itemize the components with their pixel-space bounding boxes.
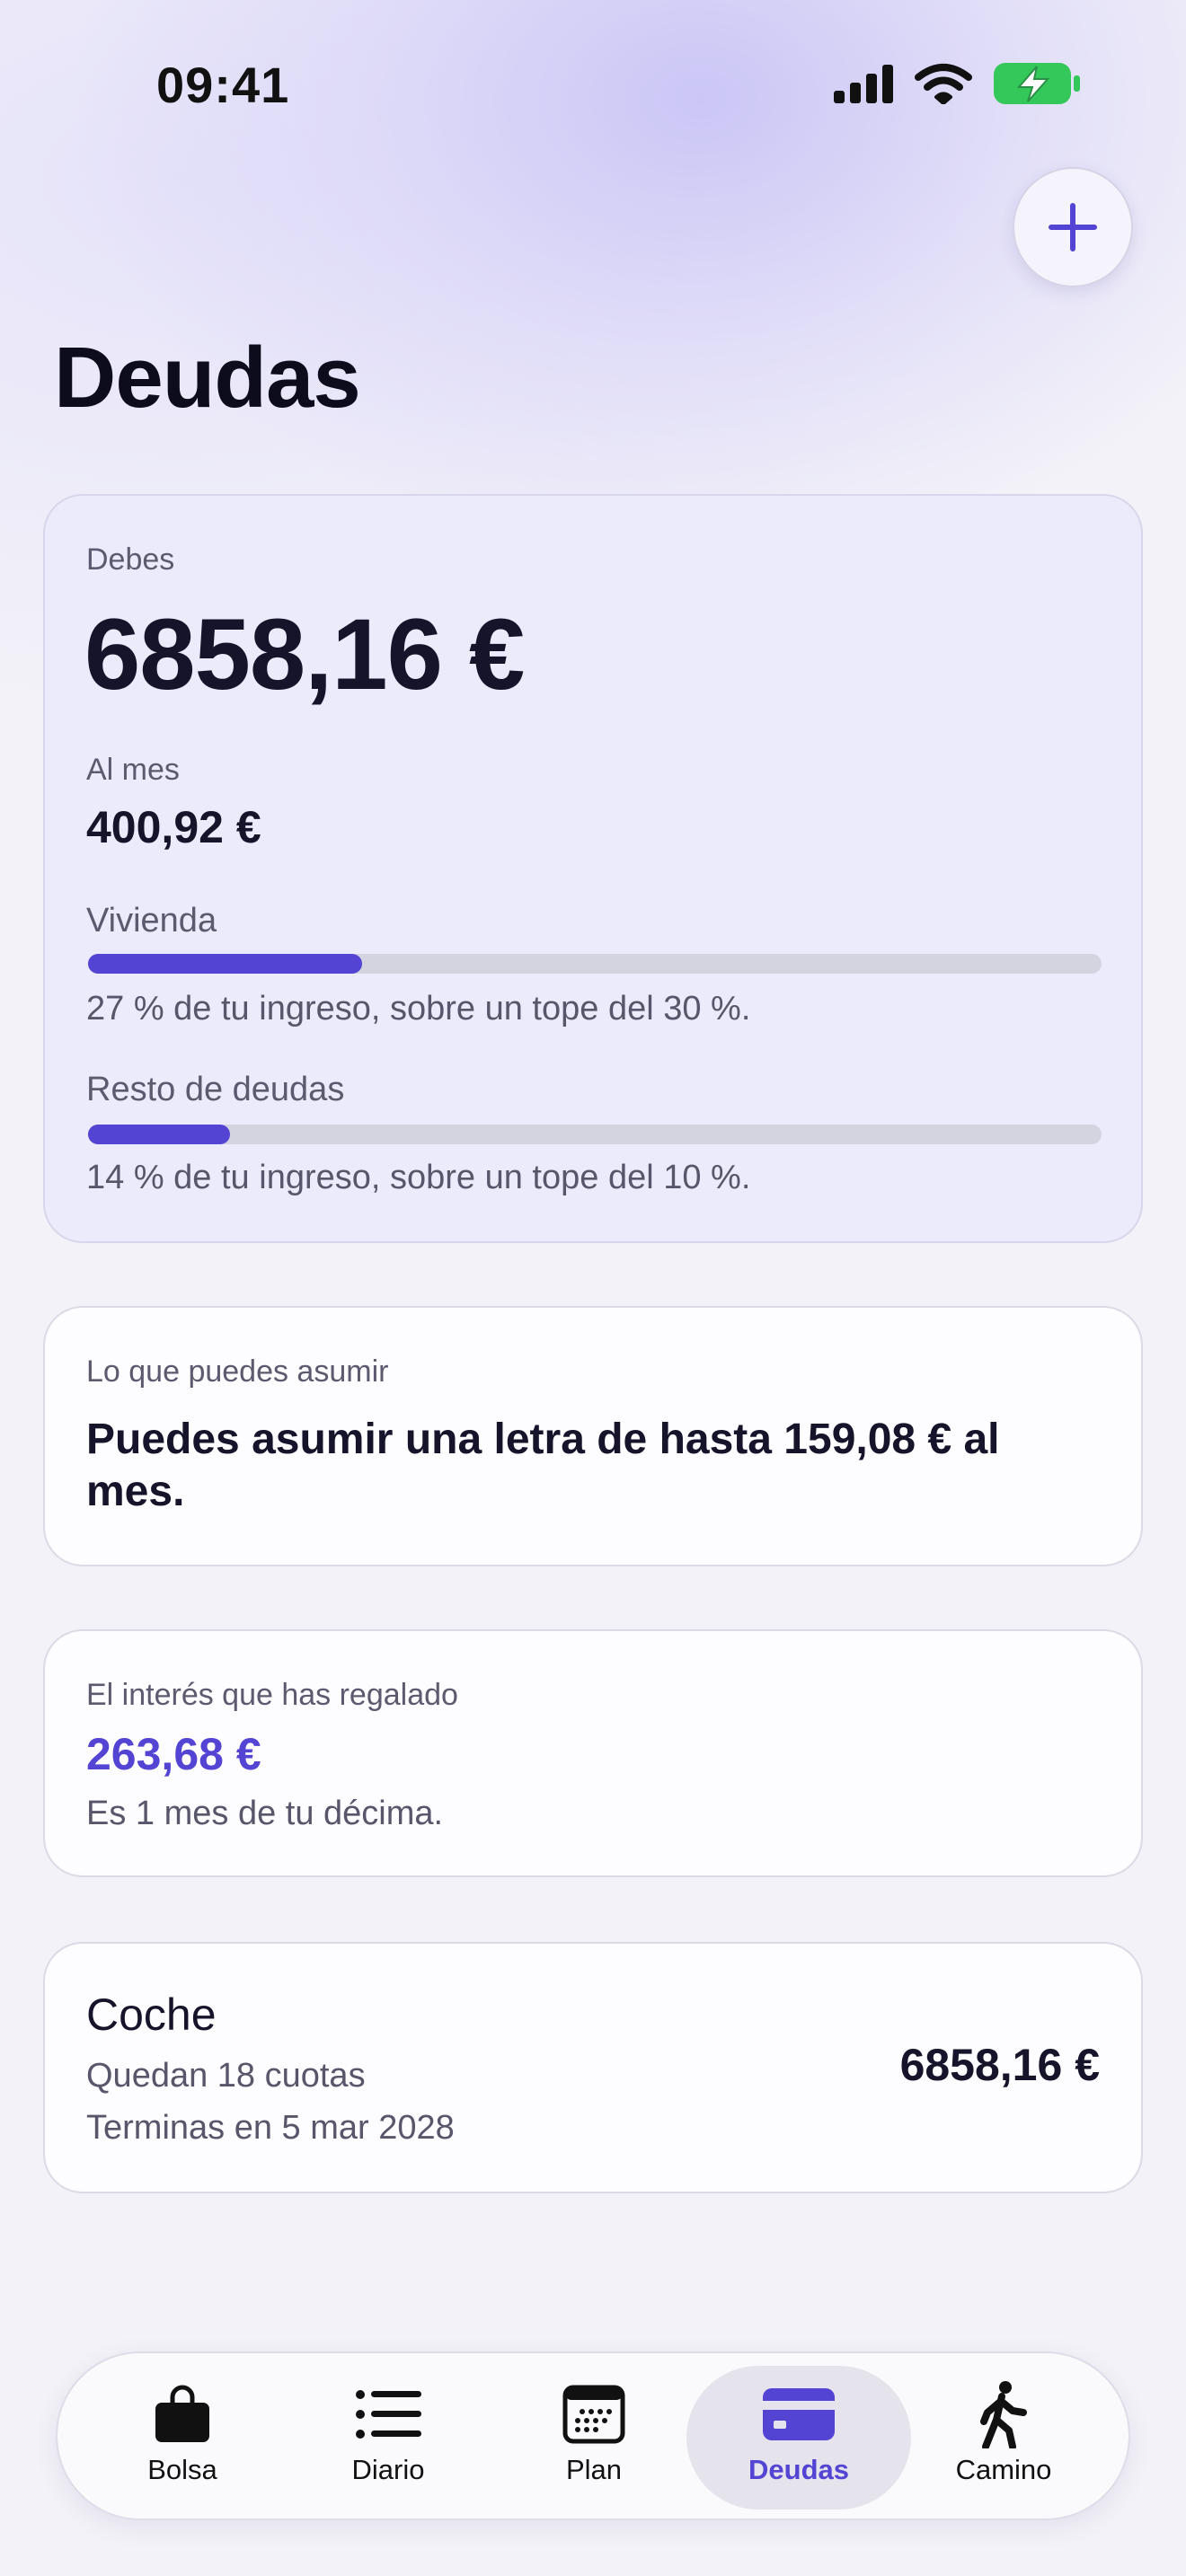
interest-note: Es 1 mes de tu décima. [86, 1795, 444, 1832]
interest-card: El interés que has regalado 263,68 € Es … [43, 1629, 1143, 1877]
debt-summary-card: Debes 6858,16 € Al mes 400,92 € Vivienda… [43, 494, 1143, 1243]
calendar-icon [562, 2385, 625, 2444]
wifi-icon [915, 64, 972, 104]
debt-amount: 6858,16 € [899, 2040, 1100, 2090]
affordable-card: Lo que puedes asumir Puedes asumir una l… [43, 1306, 1143, 1566]
status-bar: 09:41 [0, 0, 1186, 171]
tab-camino[interactable]: Camino [891, 2366, 1116, 2510]
walk-icon [980, 2381, 1027, 2448]
bag-icon [155, 2385, 209, 2442]
owed-label: Debes [86, 543, 175, 577]
other-debts-progress-bar [88, 1125, 1102, 1144]
list-icon [356, 2390, 421, 2439]
tab-diario[interactable]: Diario [276, 2366, 500, 2510]
battery-charging-icon [994, 63, 1080, 104]
tab-plan[interactable]: Plan [482, 2366, 706, 2510]
debt-end-date: Terminas en 5 mar 2028 [86, 2109, 455, 2147]
debt-remaining: Quedan 18 cuotas [86, 2057, 366, 2095]
owed-value: 6858,16 € [84, 598, 525, 710]
interest-label: El interés que has regalado [86, 1678, 458, 1712]
other-debts-note: 14 % de tu ingreso, sobre un tope del 10… [86, 1159, 751, 1196]
tab-deudas[interactable]: Deudas [686, 2366, 911, 2510]
status-icons [832, 61, 1082, 106]
page-title: Deudas [54, 330, 361, 426]
affordable-text: Puedes asumir una letra de hasta 159,08 … [86, 1416, 1000, 1515]
housing-progress-fill [88, 954, 362, 974]
tab-bar: Bolsa Diario Plan Deudas Camino [56, 2351, 1130, 2520]
tab-label: Plan [565, 2454, 623, 2485]
card-icon [763, 2388, 835, 2440]
add-debt-button[interactable] [1013, 167, 1133, 287]
debt-item-car[interactable]: Coche Quedan 18 cuotas Terminas en 5 mar… [43, 1942, 1143, 2193]
interest-value: 263,68 € [86, 1729, 261, 1779]
tab-bolsa[interactable]: Bolsa [70, 2366, 295, 2510]
tab-label: Deudas [748, 2454, 849, 2485]
debt-name: Coche [86, 1989, 217, 2040]
monthly-label: Al mes [86, 753, 180, 787]
housing-note: 27 % de tu ingreso, sobre un tope del 30… [86, 990, 751, 1028]
tab-label: Bolsa [147, 2454, 217, 2485]
other-debts-progress-fill [88, 1125, 230, 1144]
monthly-value: 400,92 € [86, 802, 261, 852]
tab-label: Camino [955, 2454, 1052, 2485]
cellular-signal-icon [834, 65, 893, 103]
housing-progress-bar [88, 954, 1102, 974]
other-debts-label: Resto de deudas [86, 1071, 345, 1108]
tab-label: Diario [351, 2454, 425, 2485]
plus-icon [1049, 203, 1097, 251]
status-time: 09:41 [156, 57, 290, 113]
affordable-label: Lo que puedes asumir [86, 1354, 389, 1389]
housing-label: Vivienda [86, 902, 217, 940]
